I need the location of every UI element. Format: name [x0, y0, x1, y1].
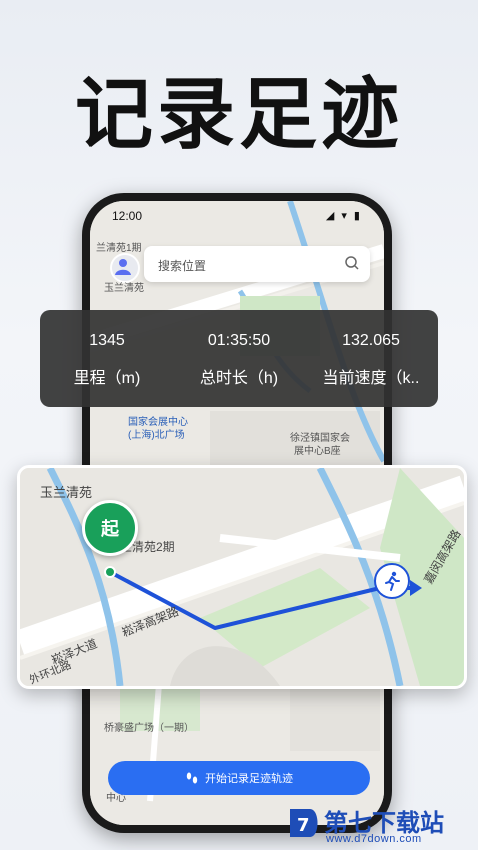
walking-person-icon: [385, 571, 400, 591]
stat-speed: 132.065 当前速度（k..: [306, 310, 436, 388]
user-icon: [115, 259, 131, 275]
map-label: 桥豪盛广场（一期）: [104, 723, 194, 734]
headline: 记录足迹: [74, 70, 403, 160]
map-label: 玉兰清苑: [104, 283, 144, 294]
status-icons: ◢ ▾ ▮: [325, 210, 362, 222]
search-icon[interactable]: [344, 255, 360, 271]
stat-label: 总时长（h): [199, 370, 279, 387]
svg-text:7: 7: [297, 815, 310, 836]
watermark-url: www.d7down.com: [326, 833, 422, 845]
search-input[interactable]: 搜索位置: [144, 246, 370, 282]
stat-label: 当前速度（k..: [322, 370, 420, 387]
map-label: (上海)北广场: [128, 430, 185, 441]
map-label: 展中心B座: [294, 446, 341, 457]
start-marker[interactable]: 起: [82, 500, 138, 556]
stat-value: 1345: [89, 332, 125, 349]
watermark: 7 第七下载站 www.d7down.com: [286, 803, 474, 847]
stat-duration: 01:35:50 总时长（h): [174, 310, 304, 388]
stats-panel: 1345 里程（m) 01:35:50 总时长（h) 132.065 当前速度（…: [40, 310, 438, 407]
stat-value: 01:35:50: [207, 332, 271, 349]
status-time: 12:00: [112, 209, 143, 223]
map-label: 兰清苑1期: [96, 243, 142, 254]
stat-label: 里程（m): [73, 370, 141, 387]
footprint-icon: [186, 772, 198, 784]
stat-distance: 1345 里程（m): [42, 310, 172, 388]
start-tracking-label: 开始记录足迹轨迹: [205, 773, 293, 785]
stat-value: 132.065: [342, 332, 400, 349]
walker-icon[interactable]: [374, 563, 410, 599]
route-label: 玉兰清苑: [40, 485, 93, 500]
d7-logo-icon: 7: [290, 809, 318, 837]
search-placeholder: 搜索位置: [158, 259, 207, 273]
start-tracking-button[interactable]: 开始记录足迹轨迹: [108, 761, 370, 795]
